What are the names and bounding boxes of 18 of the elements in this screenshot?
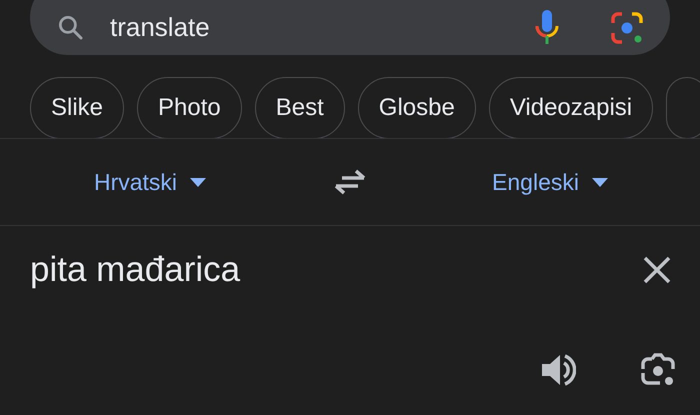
filter-chip[interactable]: Best [254, 77, 345, 138]
search-field[interactable]: translate [30, 0, 670, 55]
microphone-icon[interactable] [534, 8, 560, 46]
filter-chip[interactable]: Photo [137, 77, 242, 138]
filter-chip[interactable]: Videozapisi [488, 77, 654, 138]
filter-chip[interactable]: Slike [30, 77, 124, 138]
close-icon[interactable] [643, 256, 671, 284]
input-field[interactable]: pita mađarica [30, 250, 240, 290]
source-language-dropdown[interactable]: Hrvatski [88, 164, 212, 200]
speaker-icon[interactable] [540, 353, 576, 387]
target-language-dropdown[interactable]: Engleski [486, 164, 614, 200]
camera-lens-icon[interactable] [610, 10, 644, 44]
dropdown-caret-icon [190, 178, 206, 186]
filter-chip[interactable]: Glosbe [358, 77, 476, 138]
search-query: translate [110, 12, 211, 43]
camera-icon[interactable] [640, 353, 676, 387]
dropdown-caret-icon [592, 178, 608, 186]
swap-arrows-icon[interactable] [332, 168, 368, 196]
